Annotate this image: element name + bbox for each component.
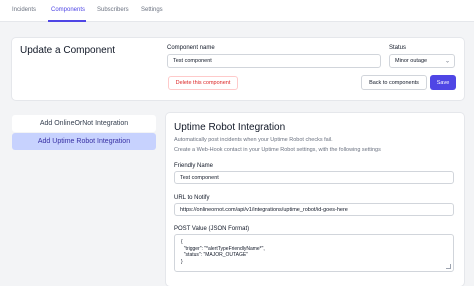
- tab-subscribers[interactable]: Subscribers: [97, 7, 129, 13]
- resize-handle-icon[interactable]: [446, 264, 451, 269]
- sidebar-item-onlineornot[interactable]: Add OnlineOrNot Integration: [12, 115, 156, 132]
- component-name-input[interactable]: Test component: [167, 54, 381, 68]
- status-select-value: Minor outage: [395, 58, 428, 64]
- url-to-notify-label: URL to Notify: [174, 195, 210, 201]
- update-component-card: Update a Component Component name Test c…: [12, 38, 464, 100]
- post-value-textarea[interactable]: { "trigger": "*alertTypeFriendlyName*", …: [174, 234, 454, 272]
- page-title: Update a Component: [20, 45, 116, 56]
- tab-components[interactable]: Components: [51, 7, 85, 13]
- status-label: Status: [389, 45, 407, 51]
- top-tabs: Incidents Components Subscribers Setting…: [0, 0, 474, 22]
- back-to-components-button[interactable]: Back to components: [361, 75, 427, 90]
- post-value-line: }: [181, 258, 183, 265]
- friendly-name-label: Friendly Name: [174, 163, 214, 169]
- integration-description: Automatically post incidents when your U…: [174, 137, 333, 143]
- delete-component-button[interactable]: Delete this component: [168, 76, 238, 90]
- integration-instructions: Create a Web-Hook contact in your Uptime…: [174, 147, 381, 153]
- url-to-notify-input[interactable]: https://onlineornot.com/api/v1/integrati…: [174, 203, 454, 216]
- uptime-robot-integration-card: Uptime Robot Integration Automatically p…: [166, 113, 464, 286]
- active-tab-indicator: [48, 20, 86, 22]
- component-name-label: Component name: [167, 45, 215, 51]
- integration-title: Uptime Robot Integration: [174, 122, 286, 133]
- tab-settings[interactable]: Settings: [141, 7, 163, 13]
- save-button[interactable]: Save: [430, 75, 456, 90]
- chevron-down-icon: ⌄: [444, 58, 450, 65]
- post-value-label: POST Value (JSON Format): [174, 226, 250, 232]
- tab-incidents[interactable]: Incidents: [12, 7, 36, 13]
- sidebar-item-uptime-robot[interactable]: Add Uptime Robot Integration: [12, 133, 156, 150]
- status-select[interactable]: Minor outage ⌄: [389, 54, 455, 68]
- friendly-name-input[interactable]: Test component: [174, 171, 454, 184]
